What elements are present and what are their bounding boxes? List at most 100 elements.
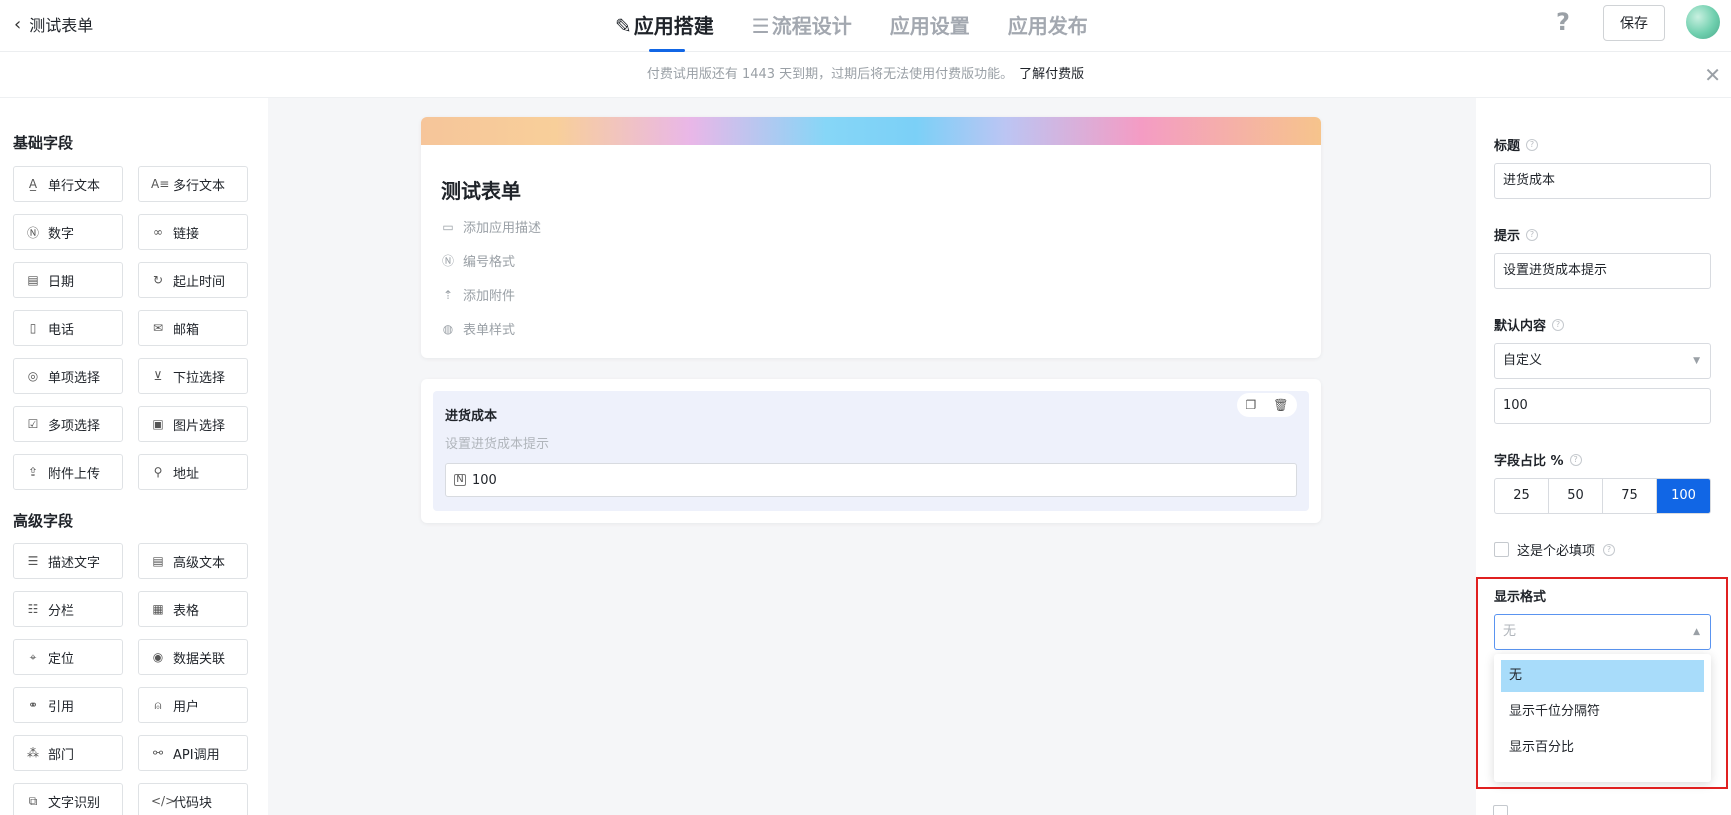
department-icon: ⁂ (27, 746, 39, 760)
form-style-link[interactable]: ◍ 表单样式 (441, 319, 516, 339)
ratio-option-100[interactable]: 100 (1657, 479, 1710, 513)
field-link[interactable]: ∞ 链接 (138, 214, 248, 250)
field-address[interactable]: ⚲ 地址 (138, 454, 248, 490)
rich-text-icon: ▤ (152, 554, 164, 568)
field-department[interactable]: ⁂ 部门 (13, 735, 123, 771)
tab-app-settings[interactable]: 应用设置 (890, 0, 970, 52)
field-ocr[interactable]: ⧉ 文字识别 (13, 783, 123, 815)
columns-icon: ☷ (27, 602, 39, 616)
ratio-option-25[interactable]: 25 (1495, 479, 1549, 513)
field-radio[interactable]: ◎ 单项选择 (13, 358, 123, 394)
notice-link[interactable]: 了解付费版 (1019, 67, 1084, 82)
title-input[interactable]: 进货成本 (1494, 163, 1711, 199)
field-upload[interactable]: ⇪ 附件上传 (13, 454, 123, 490)
field-date[interactable]: ▤ 日期 (13, 262, 123, 298)
field-label: 数字 (48, 226, 75, 242)
hint-input[interactable]: 设置进货成本提示 (1494, 253, 1711, 289)
field-label: 单行文本 (48, 178, 101, 194)
link-icon: ∞ (153, 225, 163, 239)
field-api[interactable]: ⚯ API调用 (138, 735, 248, 771)
default-value-input[interactable]: 100 (1494, 388, 1711, 424)
main-tabs: ✎ 应用搭建 ☰ 流程设计 应用设置 应用发布 (615, 0, 1088, 52)
ratio-option-75[interactable]: 75 (1603, 479, 1657, 513)
field-label: 单项选择 (48, 370, 101, 386)
field-time-range[interactable]: ↻ 起止时间 (138, 262, 248, 298)
field-dropdown[interactable]: ⊻ 下拉选择 (138, 358, 248, 394)
field-label: 附件上传 (48, 466, 101, 482)
required-row[interactable]: 这是个必填项 ? (1494, 540, 1616, 559)
field-label: 邮箱 (173, 322, 200, 338)
field-label: 多项选择 (48, 418, 101, 434)
checkbox[interactable] (1493, 805, 1508, 815)
question-icon[interactable]: ? (1552, 318, 1565, 331)
flow-icon: ☰ (751, 14, 770, 38)
close-icon[interactable]: ✕ (1704, 52, 1721, 98)
field-label: 图片选择 (173, 418, 226, 434)
field-phone[interactable]: ▯ 电话 (13, 310, 123, 346)
delete-icon[interactable]: 🗑 (1273, 398, 1288, 412)
question-icon[interactable]: ? (1569, 453, 1582, 466)
avatar[interactable] (1686, 5, 1720, 39)
add-attachment-link[interactable]: ⇡ 添加附件 (441, 285, 516, 305)
field-data-link[interactable]: ◉ 数据关联 (138, 639, 248, 675)
form-header-card: 测试表单 ▭ 添加应用描述 Ⓝ 编号格式 ⇡ 添加附件 ◍ 表单样式 (421, 117, 1321, 358)
meta-label: 添加附件 (463, 289, 516, 304)
field-label: 日期 (48, 274, 75, 290)
field-label: 表格 (173, 603, 200, 619)
field-single-line-text[interactable]: A̲ 单行文本 (13, 166, 123, 202)
required-label: 这是个必填项 (1517, 544, 1596, 559)
tab-app-publish[interactable]: 应用发布 (1008, 0, 1088, 52)
add-description-link[interactable]: ▭ 添加应用描述 (441, 217, 541, 237)
app-name: 测试表单 (29, 16, 94, 35)
field-rich-text[interactable]: ▤ 高级文本 (138, 543, 248, 579)
number-icon: N (454, 474, 466, 486)
description-icon: ☰ (27, 554, 39, 568)
field-description[interactable]: ☰ 描述文字 (13, 543, 123, 579)
image-icon: ▣ (152, 417, 164, 431)
field-columns[interactable]: ☷ 分栏 (13, 591, 123, 627)
trial-notice: 付费试用版还有 1443 天到期，过期后将无法使用付费版功能。 了解付费版 ✕ (0, 52, 1731, 98)
number-format-icon: Ⓝ (441, 254, 454, 268)
required-checkbox[interactable] (1494, 542, 1509, 557)
tab-flow-design[interactable]: ☰ 流程设计 (752, 0, 852, 52)
selected-field[interactable]: 进货成本 设置进货成本提示 N 100 ❐ 🗑 (433, 391, 1309, 511)
field-email[interactable]: ✉ 邮箱 (138, 310, 248, 346)
field-locate[interactable]: ⌖ 定位 (13, 639, 123, 675)
save-button[interactable]: 保存 (1603, 5, 1665, 41)
field-label: 高级文本 (173, 555, 226, 571)
title-label: 标题? (1494, 135, 1539, 154)
top-bar: ‹ 测试表单 ✎ 应用搭建 ☰ 流程设计 应用设置 应用发布 ? 保存 (0, 0, 1731, 52)
field-checkbox[interactable]: ☑ 多项选择 (13, 406, 123, 442)
field-number-input[interactable]: N 100 (445, 463, 1297, 497)
help-icon[interactable]: ? (1556, 8, 1570, 36)
label-text: 默认内容 (1494, 319, 1547, 334)
field-code-block[interactable]: </> 代码块 (138, 783, 248, 815)
field-reference[interactable]: ⚭ 引用 (13, 687, 123, 723)
field-user[interactable]: ⍝ 用户 (138, 687, 248, 723)
field-image-select[interactable]: ▣ 图片选择 (138, 406, 248, 442)
field-number[interactable]: Ⓝ 数字 (13, 214, 123, 250)
radio-icon: ◎ (27, 369, 39, 383)
tab-app-build[interactable]: ✎ 应用搭建 (615, 0, 714, 52)
label-text: 标题 (1494, 139, 1521, 154)
copy-icon[interactable]: ❐ (1246, 398, 1257, 412)
tab-label: 应用搭建 (633, 14, 714, 38)
form-title[interactable]: 测试表单 (441, 175, 521, 204)
meta-label: 表单样式 (463, 323, 516, 338)
question-icon[interactable]: ? (1526, 138, 1539, 151)
back-button[interactable]: ‹ 测试表单 (14, 12, 93, 36)
ratio-label: 字段占比 %? (1494, 450, 1582, 469)
code-icon: </> (151, 794, 176, 808)
chevron-left-icon: ‹ (14, 13, 22, 35)
field-multi-line-text[interactable]: A≡ 多行文本 (138, 166, 248, 202)
ratio-option-50[interactable]: 50 (1549, 479, 1603, 513)
palette-icon: ◍ (442, 321, 454, 336)
field-label: 文字识别 (48, 795, 101, 811)
ocr-icon: ⧉ (28, 793, 38, 808)
number-format-link[interactable]: Ⓝ 编号格式 (441, 251, 515, 270)
field-table[interactable]: ▦ 表格 (138, 591, 248, 627)
question-icon[interactable]: ? (1603, 543, 1616, 556)
question-icon[interactable]: ? (1526, 228, 1539, 241)
default-mode-select[interactable]: 自定义 ▼ (1494, 343, 1711, 379)
form-banner (421, 117, 1321, 145)
